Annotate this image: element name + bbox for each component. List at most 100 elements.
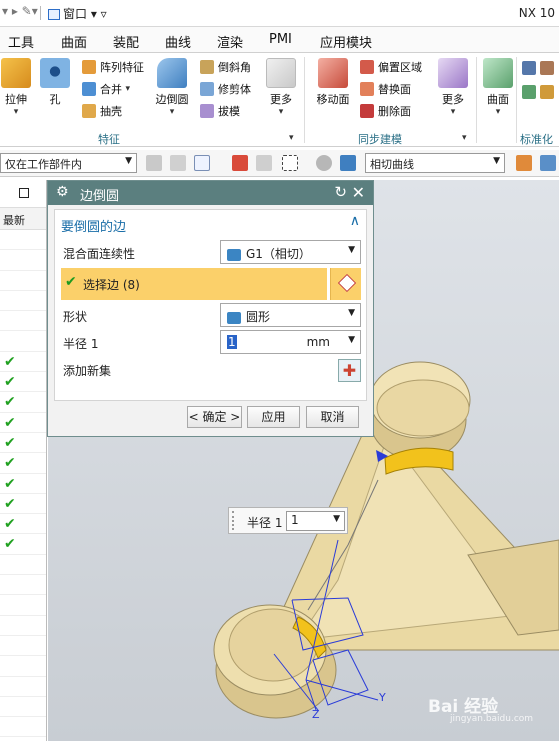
- app-title: NX 10: [518, 6, 555, 20]
- draft-button[interactable]: 拔模: [200, 103, 240, 119]
- shape-select[interactable]: 圆形 ▼: [220, 303, 361, 327]
- trim-body-icon: [200, 82, 214, 96]
- checkmark-icon: ✔: [4, 353, 16, 370]
- more-sync-icon: [438, 58, 468, 88]
- navigator-row[interactable]: [0, 291, 46, 312]
- surface-icon: [483, 58, 513, 88]
- collapse-icon[interactable]: ∧: [350, 213, 360, 229]
- chamfer-button[interactable]: 倒斜角: [200, 59, 251, 75]
- delete-face-button[interactable]: 删除面: [360, 103, 411, 119]
- navigator-row[interactable]: ✔: [0, 413, 46, 433]
- pattern-feature-button[interactable]: 阵列特征: [82, 59, 144, 75]
- extrude-button[interactable]: 拉伸 ▾: [0, 58, 32, 117]
- surface-button[interactable]: 曲面 ▾: [482, 58, 514, 117]
- menu-applications[interactable]: 应用模块: [320, 32, 372, 51]
- drag-handle[interactable]: [232, 511, 236, 530]
- maximize-icon[interactable]: [19, 188, 29, 198]
- navigator-row[interactable]: ✔: [0, 392, 46, 413]
- navigator-row[interactable]: [0, 331, 46, 352]
- chevron-down-icon[interactable]: ▼: [348, 335, 355, 345]
- cancel-button[interactable]: 取消: [306, 406, 359, 428]
- select-icon[interactable]: [194, 155, 210, 171]
- curve-rule-select[interactable]: 相切曲线 ▼: [365, 153, 505, 173]
- reset-icon[interactable]: ↻: [334, 183, 347, 201]
- selection-toolbar: 仅在工作部件内 ▼ 相切曲线 ▼: [0, 150, 559, 177]
- menu-surface[interactable]: 曲面: [61, 32, 87, 51]
- standard-tool-3[interactable]: [522, 85, 540, 99]
- navigator-row[interactable]: [0, 717, 46, 738]
- snap-icon[interactable]: [256, 155, 272, 171]
- navigator-row[interactable]: [0, 697, 46, 718]
- edge-blend-button[interactable]: 边倒圆 ▾: [152, 58, 192, 117]
- navigator-row[interactable]: ✔: [0, 372, 46, 393]
- add-new-set-button[interactable]: ✚: [338, 359, 361, 382]
- cube-icon[interactable]: [340, 155, 356, 171]
- trim-body-button[interactable]: 修剪体: [200, 81, 251, 97]
- navigator-row[interactable]: [0, 677, 46, 697]
- select-edge-button[interactable]: [330, 268, 361, 300]
- shell-button[interactable]: 抽壳: [82, 103, 122, 119]
- menu-curve[interactable]: 曲线: [165, 32, 191, 51]
- standard-tool-1[interactable]: [522, 61, 540, 75]
- pattern-feature-icon: [82, 60, 96, 74]
- more-sync-button[interactable]: 更多 ▾: [436, 58, 470, 117]
- navigator-row[interactable]: [0, 575, 46, 596]
- menu-bar: 工具 曲面 装配 曲线 渲染 PMI 应用模块: [0, 27, 559, 53]
- tool-icon[interactable]: [516, 155, 532, 171]
- menu-pmi[interactable]: PMI: [269, 32, 292, 47]
- navigator-row[interactable]: [0, 555, 46, 576]
- close-icon[interactable]: ✕: [352, 183, 365, 202]
- navigator-row[interactable]: [0, 311, 46, 332]
- menu-tools[interactable]: 工具: [8, 32, 34, 51]
- group-feature-expand[interactable]: ▾: [289, 133, 294, 143]
- navigator-row[interactable]: [0, 656, 46, 677]
- navigator-row[interactable]: [0, 271, 46, 291]
- menu-render[interactable]: 渲染: [217, 32, 243, 51]
- snap-icon[interactable]: [170, 155, 186, 171]
- chevron-down-icon: ▼: [125, 156, 132, 166]
- apply-button[interactable]: 应用: [247, 406, 300, 428]
- navigator-row[interactable]: [0, 616, 46, 636]
- navigator-row[interactable]: [0, 595, 46, 616]
- hole-button[interactable]: 孔: [38, 58, 72, 107]
- group-sync-expand[interactable]: ▾: [462, 133, 467, 143]
- tool-icon: [540, 85, 554, 99]
- standard-tool-2[interactable]: [540, 61, 558, 75]
- unite-button[interactable]: 合并 ▾: [82, 81, 130, 97]
- navigator-row[interactable]: ✔: [0, 494, 46, 515]
- box-select-icon[interactable]: [282, 155, 298, 171]
- chevron-down-icon: ▼: [348, 308, 355, 318]
- more-icon: [266, 58, 296, 88]
- shell-icon: [82, 104, 96, 118]
- navigator-row[interactable]: ✔: [0, 534, 46, 555]
- navigator-row[interactable]: ✔: [0, 474, 46, 494]
- point-snap-icon[interactable]: [232, 155, 248, 171]
- window-menu[interactable]: 窗口 ▾ ▿: [48, 5, 107, 22]
- radius-popup-input[interactable]: 1 ▼: [286, 511, 345, 531]
- navigator-row[interactable]: [0, 230, 46, 251]
- select-edge-row[interactable]: ✔ 选择边 (8): [61, 268, 327, 300]
- ok-button[interactable]: < 确定 >: [187, 406, 242, 428]
- menu-assembly[interactable]: 装配: [113, 32, 139, 51]
- navigator-row[interactable]: [0, 250, 46, 271]
- more-feature-button[interactable]: 更多 ▾: [264, 58, 298, 117]
- offset-region-button[interactable]: 偏置区域: [360, 59, 422, 75]
- gear-icon[interactable]: ⚙: [56, 184, 69, 200]
- arrow-right-icon[interactable]: [540, 155, 556, 171]
- move-face-button[interactable]: 移动面: [314, 58, 352, 107]
- grid-icon: [522, 61, 536, 75]
- render-icon[interactable]: [316, 155, 332, 171]
- standard-tool-4[interactable]: [540, 85, 558, 99]
- navigator-row[interactable]: ✔: [0, 514, 46, 535]
- radius-input[interactable]: 1 mm ▼: [220, 330, 361, 354]
- navigator-row[interactable]: ✔: [0, 352, 46, 373]
- filter-scope-select[interactable]: 仅在工作部件内 ▼: [0, 153, 137, 173]
- navigator-row[interactable]: ✔: [0, 433, 46, 454]
- continuity-select[interactable]: G1（相切） ▼: [220, 240, 361, 264]
- snap-icon[interactable]: [146, 155, 162, 171]
- navigator-row[interactable]: [0, 636, 46, 657]
- replace-face-button[interactable]: 替换面: [360, 81, 411, 97]
- quick-access-toolbar[interactable]: ▾ ▸ ✎▾: [2, 4, 38, 18]
- edge-blend-icon: [157, 58, 187, 88]
- navigator-row[interactable]: ✔: [0, 453, 46, 474]
